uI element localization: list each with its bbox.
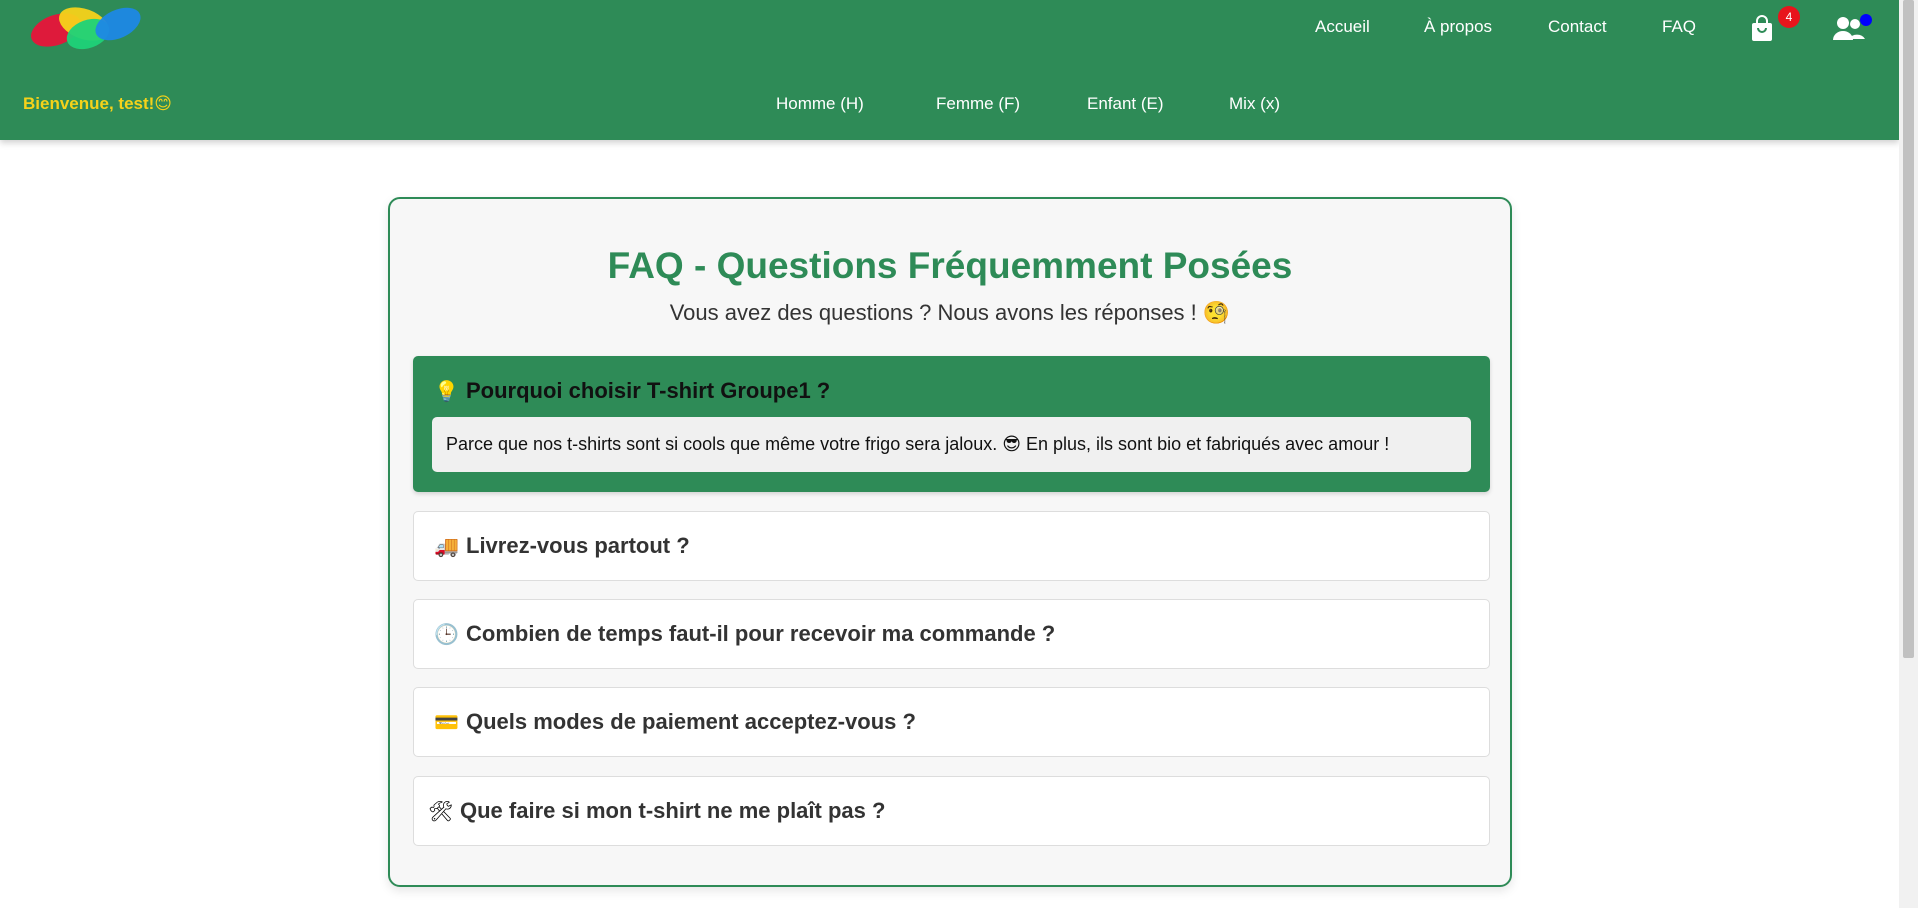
credit-card-icon: 💳 (434, 711, 459, 734)
tools-icon: 🛠 (428, 800, 454, 823)
faq-question: Quels modes de paiement acceptez-vous ? (466, 709, 916, 734)
lightbulb-icon: 💡 (434, 380, 459, 403)
faq-question-row[interactable]: 💳 Quels modes de paiement acceptez-vous … (434, 688, 916, 756)
faq-item[interactable]: 💳 Quels modes de paiement acceptez-vous … (413, 687, 1490, 757)
faq-question: Pourquoi choisir T-shirt Groupe1 ? (466, 378, 831, 403)
nav-category-femme[interactable]: Femme (F) (936, 94, 1020, 114)
faq-item[interactable]: 🕒 Combien de temps faut-il pour recevoir… (413, 599, 1490, 669)
nav-category-homme[interactable]: Homme (H) (776, 94, 864, 114)
delivery-truck-icon: 🚚 (434, 535, 459, 558)
welcome-message: Bienvenue, test!😊 (23, 94, 173, 113)
faq-question: Livrez-vous partout ? (466, 533, 690, 558)
scrollbar-thumb[interactable] (1903, 0, 1914, 658)
faq-section: FAQ - Questions Fréquemment Posées Vous … (388, 197, 1512, 887)
faq-answer: Parce que nos t-shirts sont si cools que… (432, 417, 1471, 472)
site-header: Accueil À propos Contact FAQ 4 Bienvenue… (0, 0, 1899, 140)
faq-question: Combien de temps faut-il pour recevoir m… (466, 621, 1056, 646)
faq-question-row[interactable]: 💡 Pourquoi choisir T-shirt Groupe1 ? (434, 357, 830, 425)
clock-icon: 🕒 (434, 623, 459, 646)
faq-item[interactable]: 💡 Pourquoi choisir T-shirt Groupe1 ? Par… (413, 356, 1490, 492)
faq-question-row[interactable]: 🕒 Combien de temps faut-il pour recevoir… (434, 600, 1055, 668)
faq-question-row[interactable]: 🛠 Que faire si mon t-shirt ne me plaît p… (428, 777, 885, 845)
nav-accueil[interactable]: Accueil (1315, 17, 1370, 37)
nav-faq[interactable]: FAQ (1662, 17, 1696, 37)
nav-contact[interactable]: Contact (1548, 17, 1607, 37)
faq-question: Que faire si mon t-shirt ne me plaît pas… (460, 798, 886, 823)
faq-item[interactable]: 🚚 Livrez-vous partout ? (413, 511, 1490, 581)
page-scrollbar[interactable] (1899, 0, 1918, 908)
faq-item[interactable]: 🛠 Que faire si mon t-shirt ne me plaît p… (413, 776, 1490, 846)
page-subtitle: Vous avez des questions ? Nous avons les… (669, 300, 1231, 325)
cart-icon[interactable] (1749, 14, 1775, 42)
cart-count-badge: 4 (1778, 6, 1800, 28)
logo[interactable] (24, 4, 144, 52)
faq-question-row[interactable]: 🚚 Livrez-vous partout ? (434, 512, 690, 580)
page-title: FAQ - Questions Fréquemment Posées (607, 245, 1293, 286)
status-dot (1860, 14, 1872, 26)
nav-a-propos[interactable]: À propos (1424, 17, 1492, 37)
nav-category-mix[interactable]: Mix (x) (1229, 94, 1280, 114)
nav-category-enfant[interactable]: Enfant (E) (1087, 94, 1164, 114)
